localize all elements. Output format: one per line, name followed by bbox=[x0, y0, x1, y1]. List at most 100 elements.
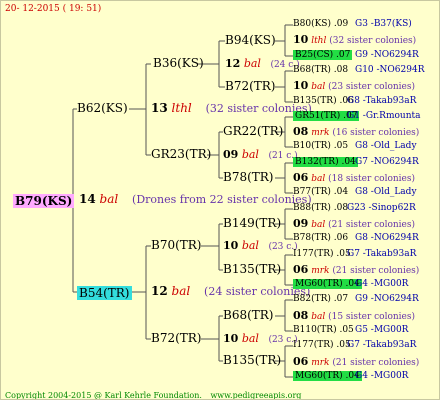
gen3-node-1[interactable]: B36(KS) bbox=[153, 57, 204, 70]
footer-url[interactable]: www.pedigreeapis.org bbox=[210, 391, 301, 399]
gen5-grandparent: G8 -NO6294R bbox=[355, 233, 419, 243]
gen5-drone-num: 06 bbox=[293, 355, 309, 368]
gen5-drone-year: lthl bbox=[311, 36, 327, 46]
gen5-drone-num: 06 bbox=[293, 263, 309, 276]
gen4-node-8[interactable]: B135(TR) bbox=[223, 354, 281, 367]
gen5-queen-id: B10(TR) .05 bbox=[293, 141, 349, 151]
gen5-queen-id: B80(KS) .09 bbox=[293, 19, 349, 29]
footer-copyright: Copyright 2004-2015 @ Karl Kehrle Founda… bbox=[5, 391, 202, 400]
gen5-drone-num: 08 bbox=[293, 309, 309, 322]
gen5-drone-year: bal bbox=[311, 82, 326, 92]
gen4-node-3[interactable]: GR22(TR) bbox=[223, 125, 283, 138]
gen5-queen-id: B68(TR) .08 bbox=[293, 65, 349, 75]
gen4-node-5[interactable]: B149(TR) bbox=[223, 217, 281, 230]
dam-drone-info: 12 bal (24 sister colonies) bbox=[151, 284, 310, 299]
gen5-grandparent: G8 -Old_Lady bbox=[355, 187, 417, 197]
sire-queen[interactable]: B62(KS) bbox=[77, 102, 128, 115]
gen5-drone-year: bal bbox=[311, 312, 326, 322]
gen5-row[interactable]: 06 mrk (21 sister colonies) bbox=[293, 355, 419, 370]
gen5-drone-note: (21 sister colonies) bbox=[332, 266, 420, 276]
gen5-row[interactable]: MG60(TR) .04 G4 -MG00R bbox=[293, 370, 408, 383]
root-queen[interactable]: B79(KS) bbox=[13, 193, 75, 208]
dam-queen[interactable]: B54(TR) bbox=[77, 285, 132, 300]
gen4-node-4[interactable]: B78(TR) bbox=[223, 171, 274, 184]
gen5-drone-year: mrk bbox=[311, 358, 330, 368]
root-note: (Drones from 22 sister colonies) bbox=[132, 193, 312, 206]
gen5-grandparent: G8 -Takab93aR bbox=[347, 96, 417, 106]
gen5-row[interactable]: B135(TR) .06 G8 -Takab93aR bbox=[293, 95, 416, 108]
root-num: 14 bbox=[79, 192, 96, 206]
gen5-queen-id: MG60(TR) .04 bbox=[293, 371, 362, 381]
gen5-row[interactable]: B68(TR) .08 G10 -NO6294R bbox=[293, 64, 424, 77]
gen5-drone-num: 10 bbox=[293, 79, 309, 92]
gen5-drone-year: mrk bbox=[311, 128, 330, 138]
gen4-pair2-drone: 09 bal (21 c.) bbox=[223, 148, 298, 161]
gen5-grandparent: G9 -NO6294R bbox=[355, 294, 419, 304]
gen5-drone-note: (21 sister colonies) bbox=[328, 220, 416, 230]
sire-year: lthl bbox=[171, 101, 192, 115]
gen3-node-4[interactable]: B72(TR) bbox=[151, 332, 202, 345]
gen5-drone-year: bal bbox=[311, 174, 326, 184]
gen5-queen-id: B135(TR) .06 bbox=[293, 96, 354, 106]
dam-num: 12 bbox=[151, 284, 168, 298]
gen5-drone-year: mrk bbox=[311, 266, 330, 276]
gen5-queen-id: B110(TR) .05 bbox=[293, 325, 354, 335]
gen5-row[interactable]: B88(TR) .08 G23 -Sinop62R bbox=[293, 202, 416, 215]
gen4-node-7[interactable]: B68(TR) bbox=[223, 309, 274, 322]
gen5-drone-num: 08 bbox=[293, 125, 309, 138]
gen5-row[interactable]: B110(TR) .05 G5 -MG00R bbox=[293, 324, 408, 337]
gen5-row[interactable]: I177(TR) .05 G7 -Takab93aR bbox=[293, 339, 416, 352]
gen5-queen-id: B77(TR) .04 bbox=[293, 187, 349, 197]
gen5-row[interactable]: B77(TR) .04 G8 -Old_Lady bbox=[293, 186, 417, 199]
gen5-grandparent: G5 -MG00R bbox=[355, 325, 409, 335]
gen5-row[interactable]: B80(KS) .09 G3 -B37(KS) bbox=[293, 18, 412, 31]
gen5-drone-note: (16 sister colonies) bbox=[332, 128, 420, 138]
gen5-row[interactable]: 10 lthl (32 sister colonies) bbox=[293, 33, 416, 48]
gen5-row[interactable]: 08 mrk (16 sister colonies) bbox=[293, 125, 419, 140]
gen5-row[interactable]: MG60(TR) .04 G4 -MG00R bbox=[293, 278, 408, 291]
gen5-row[interactable]: GR51(TR) .07 G1 -Gr.Rmounta bbox=[293, 110, 421, 123]
gen5-row[interactable]: 06 mrk (21 sister colonies) bbox=[293, 263, 419, 278]
sire-drone-info: 13 lthl (32 sister colonies) bbox=[151, 101, 312, 116]
gen5-row[interactable]: B10(TR) .05 G8 -Old_Lady bbox=[293, 140, 417, 153]
gen5-drone-num: 09 bbox=[293, 217, 309, 230]
gen5-drone-note: (23 sister colonies) bbox=[328, 82, 416, 92]
gen5-row[interactable]: 10 bal (23 sister colonies) bbox=[293, 79, 415, 94]
gen5-queen-id: B132(TR) .04 bbox=[293, 157, 358, 167]
gen5-queen-id: MG60(TR) .04 bbox=[293, 279, 362, 289]
gen4-pair1-drone: 12 bal (24 c.) bbox=[225, 57, 300, 70]
gen4-node-6[interactable]: B135(TR) bbox=[223, 263, 281, 276]
gen5-drone-num: 10 bbox=[293, 33, 309, 46]
gen5-queen-id: B78(TR) .06 bbox=[293, 233, 349, 243]
gen5-queen-id: B88(TR) .08 bbox=[293, 203, 349, 213]
gen5-row[interactable]: 08 bal (15 sister colonies) bbox=[293, 309, 415, 324]
gen5-row[interactable]: 06 bal (18 sister colonies) bbox=[293, 171, 415, 186]
gen5-grandparent: G9 -NO6294R bbox=[355, 50, 419, 60]
gen4-node-2[interactable]: B72(TR) bbox=[225, 80, 276, 93]
gen5-row[interactable]: 09 bal (21 sister colonies) bbox=[293, 217, 415, 232]
gen5-row[interactable]: B78(TR) .06 G8 -NO6294R bbox=[293, 232, 419, 245]
gen3-node-3[interactable]: B70(TR) bbox=[151, 239, 202, 252]
gen5-grandparent: G4 -MG00R bbox=[355, 371, 409, 381]
gen4-pair3-drone: 10 bal (23 c.) bbox=[223, 239, 298, 252]
gen5-row[interactable]: I177(TR) .05 G7 -Takab93aR bbox=[293, 248, 416, 261]
gen5-row[interactable]: B132(TR) .04 G7 -NO6294R bbox=[293, 156, 419, 169]
gen5-grandparent: G23 -Sinop62R bbox=[347, 203, 416, 213]
gen5-grandparent: G4 -MG00R bbox=[355, 279, 409, 289]
gen5-grandparent: G3 -B37(KS) bbox=[355, 19, 412, 29]
dam-queen-id: B54(TR) bbox=[77, 286, 132, 300]
gen5-row[interactable]: B82(TR) .07 G9 -NO6294R bbox=[293, 293, 419, 306]
root-drone-info: 14 bal (Drones from 22 sister colonies) bbox=[79, 192, 312, 207]
gen5-grandparent: G7 -Takab93aR bbox=[347, 340, 417, 350]
gen5-drone-note: (32 sister colonies) bbox=[329, 36, 417, 46]
gen5-drone-note: (21 sister colonies) bbox=[332, 358, 420, 368]
gen5-grandparent: G10 -NO6294R bbox=[355, 65, 425, 75]
gen5-grandparent: G7 -NO6294R bbox=[355, 157, 419, 167]
dam-year: bal bbox=[171, 284, 191, 298]
gen4-node-1[interactable]: B94(KS) bbox=[225, 34, 276, 47]
gen5-drone-note: (18 sister colonies) bbox=[328, 174, 416, 184]
gen4-pair4-drone: 10 bal (23 c.) bbox=[223, 332, 298, 345]
gen5-row[interactable]: B25(CS) .07 G9 -NO6294R bbox=[293, 49, 419, 62]
root-queen-id: B79(KS) bbox=[13, 194, 75, 208]
gen3-node-2[interactable]: GR23(TR) bbox=[151, 148, 211, 161]
